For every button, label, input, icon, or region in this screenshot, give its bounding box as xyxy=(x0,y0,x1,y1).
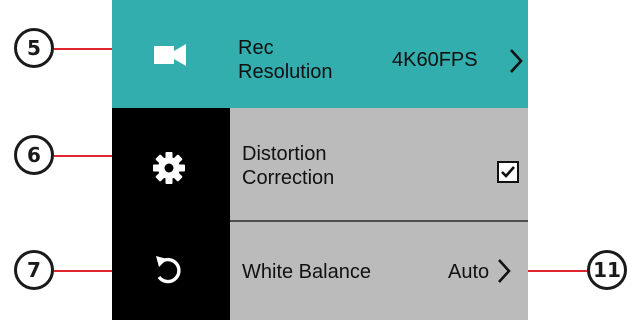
callout-7: 7 xyxy=(14,250,54,290)
callout-number: 6 xyxy=(27,143,41,167)
menu-sidebar xyxy=(112,108,230,320)
distortion-correction-label: Distortion Correction xyxy=(242,143,335,189)
gear-icon xyxy=(153,152,185,184)
chevron-right-icon xyxy=(510,49,523,73)
callout-number: 7 xyxy=(27,258,41,282)
callout-5: 5 xyxy=(14,28,54,68)
menu-item-distortion-correction[interactable]: Distortion Correction xyxy=(230,108,528,220)
callout-number: 11 xyxy=(593,258,621,282)
reset-icon xyxy=(156,256,181,284)
white-balance-label: White Balance xyxy=(242,261,371,283)
rec-resolution-value: 4K60FPS xyxy=(392,49,478,71)
rec-resolution-label: Rec Resolution xyxy=(238,37,333,83)
menu-item-rec-resolution[interactable]: Rec Resolution 4K60FPS xyxy=(112,0,528,108)
video-camera-icon xyxy=(154,44,186,66)
distortion-correction-checkbox[interactable] xyxy=(497,161,519,183)
chevron-right-icon xyxy=(498,259,511,283)
white-balance-value: Auto xyxy=(448,261,490,283)
callout-11: 11 xyxy=(587,250,627,290)
menu-item-white-balance[interactable]: White Balance Auto xyxy=(230,222,528,320)
callout-6: 6 xyxy=(14,135,54,175)
checkmark-icon xyxy=(501,166,515,178)
callout-number: 5 xyxy=(27,36,41,60)
